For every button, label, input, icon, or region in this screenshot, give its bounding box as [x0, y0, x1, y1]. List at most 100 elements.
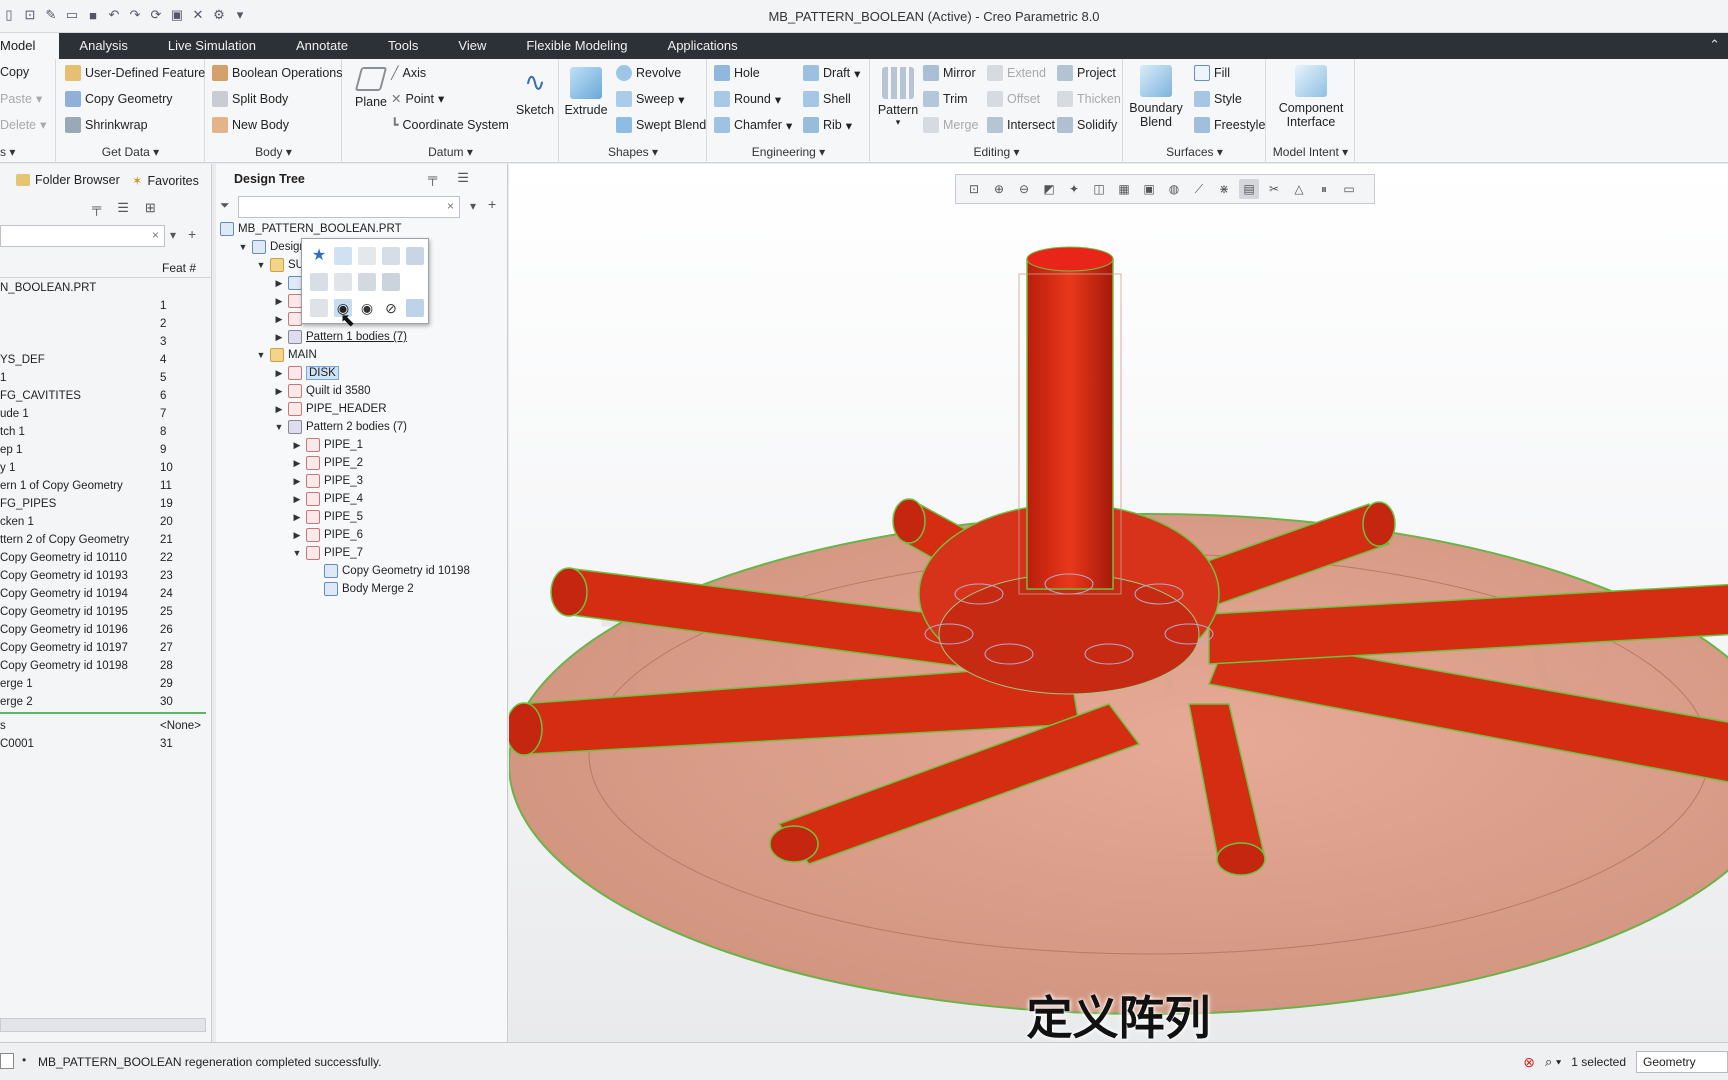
favorite-star-icon[interactable]: ★ [310, 247, 328, 265]
new-body-button[interactable]: New Body [212, 117, 289, 133]
selection-filter[interactable]: Geometry [1636, 1051, 1728, 1073]
edit-definition-icon[interactable] [334, 247, 352, 265]
tab-analysis[interactable]: Analysis [59, 33, 147, 59]
list-item[interactable]: erge 1 29 [0, 678, 206, 696]
component-interface-button[interactable]: Component Interface [1271, 65, 1351, 129]
list-item[interactable]: C0001 31 [0, 738, 206, 756]
solidify-button[interactable]: Solidify [1057, 117, 1117, 133]
hide-eye-icon[interactable]: ◉ [358, 299, 376, 317]
design-tree-search-input[interactable]: × [238, 196, 460, 218]
group-label-editing[interactable]: Editing ▾ [871, 145, 1122, 159]
shell-button[interactable]: Shell [803, 91, 851, 107]
list-item[interactable]: ep 1 9 [0, 444, 206, 462]
mirror-button[interactable]: Mirror [923, 65, 976, 81]
list-item[interactable]: YS_DEF 4 [0, 354, 206, 372]
list-item[interactable]: 1 [0, 300, 206, 318]
vertical-pipe[interactable] [1018, 246, 1122, 595]
tree-item[interactable]: Copy Geometry id 10198 [310, 562, 470, 580]
list-item[interactable]: y 1 10 [0, 462, 206, 480]
edit-references-icon[interactable] [382, 247, 400, 265]
design-tree-add-icon[interactable]: + [488, 196, 496, 212]
chamfer-button[interactable]: Chamfer ▾ [714, 117, 792, 133]
pattern-dropdown-icon[interactable]: ▾ [875, 117, 921, 128]
collapsed-chevron-icon[interactable]: ▶ [292, 440, 302, 451]
collapsed-chevron-icon[interactable]: ▶ [292, 512, 302, 523]
sketch-button[interactable]: ∿ Sketch [513, 67, 557, 117]
tab-favorites[interactable]: ✶ Favorites [132, 173, 199, 189]
list-item[interactable]: Copy Geometry id 10195 25 [0, 606, 206, 624]
tree-item[interactable]: ▶ PIPE_HEADER [274, 400, 387, 418]
list-item[interactable]: tch 1 8 [0, 426, 206, 444]
expanded-chevron-icon[interactable]: ▼ [238, 242, 248, 252]
tree-item[interactable]: Body Merge 2 [310, 580, 414, 598]
message-log-icon[interactable] [0, 1053, 14, 1069]
tree-item[interactable]: ▶ Quilt id 3580 [274, 382, 371, 400]
add-icon[interactable]: + [188, 226, 196, 242]
group-label-shapes[interactable]: Shapes ▾ [560, 145, 706, 159]
tab-annotate[interactable]: Annotate [276, 33, 368, 59]
plane-button[interactable]: Plane [349, 67, 393, 109]
collapsed-chevron-icon[interactable]: ▶ [274, 314, 284, 325]
collapsed-chevron-icon[interactable]: ▶ [292, 530, 302, 541]
group-label-engineering[interactable]: Engineering ▾ [708, 145, 869, 159]
feat-column-header[interactable]: Feat # [162, 261, 196, 275]
tree-item[interactable]: ▶ PIPE_6 [292, 526, 363, 544]
group-label-datum[interactable]: Datum ▾ [343, 145, 558, 159]
fill-button[interactable]: Fill [1194, 65, 1230, 81]
collapsed-chevron-icon[interactable]: ▶ [274, 332, 284, 343]
collapsed-chevron-icon[interactable]: ▶ [292, 494, 302, 505]
sweep-button[interactable]: Sweep ▾ [616, 91, 685, 107]
swept-blend-button[interactable]: Swept Blend [616, 117, 706, 133]
merge-button[interactable]: Merge [923, 117, 978, 133]
collapsed-chevron-icon[interactable]: ▶ [274, 296, 284, 307]
list-item[interactable]: 2 [0, 318, 206, 336]
mirror-mini-icon[interactable] [358, 273, 376, 291]
graphics-viewport[interactable]: ⊡ ⊕ ⊖ ◩ ✦ ◫ ▦ ▣ ◍ ⟋ ⋇ ▤ ✂ △ ⏸ ▭ P T C C … [509, 164, 1728, 1042]
filter-icon[interactable]: ⏷ [220, 198, 230, 213]
offset-button[interactable]: Offset [987, 91, 1040, 107]
tree-item[interactable]: ▶ PIPE_4 [292, 490, 363, 508]
group-label-operations[interactable]: s ▾ [0, 145, 55, 159]
tree-item[interactable]: ▶ PIPE_5 [292, 508, 363, 526]
expanded-chevron-icon[interactable]: ▼ [256, 350, 266, 360]
hide-others-icon[interactable]: ⊘ [382, 299, 400, 317]
tree-item[interactable]: ▼ Pattern 2 bodies (7) [274, 418, 407, 436]
expanded-chevron-icon[interactable]: ▼ [274, 422, 284, 432]
collapsed-chevron-icon[interactable]: ▶ [292, 458, 302, 469]
array-icon[interactable] [334, 273, 352, 291]
list-item[interactable]: 15 [0, 372, 206, 390]
stop-regen-icon[interactable]: ⊗ [1523, 1054, 1535, 1071]
left-search-input[interactable]: × [0, 225, 165, 247]
list-item[interactable]: cken 1 20 [0, 516, 206, 534]
tab-tools[interactable]: Tools [368, 33, 438, 59]
collapsed-chevron-icon[interactable]: ▶ [274, 386, 284, 397]
thicken-button[interactable]: Thicken [1057, 91, 1121, 107]
list-item[interactable]: ude 1 7 [0, 408, 206, 426]
round-button[interactable]: Round ▾ [714, 91, 781, 107]
list-item[interactable]: FG_PIPES 19 [0, 498, 206, 516]
tab-live-simulation[interactable]: Live Simulation [148, 33, 276, 59]
design-tree-settings-icon[interactable]: ╤ [428, 170, 437, 186]
tab-flexible-modeling[interactable]: Flexible Modeling [506, 33, 647, 59]
user-defined-feature-button[interactable]: User-Defined Feature [65, 65, 205, 81]
group-label-get-data[interactable]: Get Data ▾ [57, 145, 204, 159]
list-item[interactable]: Copy Geometry id 10197 27 [0, 642, 206, 660]
list-item[interactable]: FG_CAVITITES 6 [0, 390, 206, 408]
paste-button[interactable]: Paste ▾ [0, 91, 42, 107]
copy-geometry-button[interactable]: Copy Geometry [65, 91, 173, 107]
suppress-icon[interactable] [310, 299, 328, 317]
insert-indicator[interactable] [0, 712, 206, 714]
extend-button[interactable]: Extend [987, 65, 1046, 81]
horizontal-scrollbar[interactable] [0, 1018, 206, 1032]
list-item[interactable]: ern 1 of Copy Geometry 11 [0, 480, 206, 498]
edit-dimensions-icon[interactable] [358, 247, 376, 265]
tree-item[interactable]: ▼ MAIN [256, 346, 317, 364]
layer-icon[interactable] [382, 273, 400, 291]
list-item[interactable]: Copy Geometry id 10110 22 [0, 552, 206, 570]
list-item[interactable]: 3 [0, 336, 206, 354]
design-tree-clear-icon[interactable]: × [447, 199, 454, 213]
tree-item[interactable]: ▼ PIPE_7 [292, 544, 363, 562]
freestyle-button[interactable]: Freestyle [1194, 117, 1265, 133]
expanded-chevron-icon[interactable]: ▼ [256, 260, 266, 270]
style-button[interactable]: Style [1194, 91, 1242, 107]
